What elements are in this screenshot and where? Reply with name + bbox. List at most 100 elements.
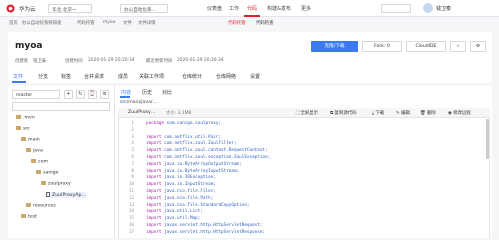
tree-item-label: test [28,214,38,220]
line-number: 2 [131,127,134,133]
tab-code-check[interactable]: 代码检查 [256,20,274,26]
breadcrumb-project[interactable]: 办公自动化系统研发 [22,20,62,26]
delete-button[interactable]: 🗑 删除 [420,110,436,116]
line-number: 11 [128,189,134,194]
tab-members[interactable]: 成员 [118,73,128,80]
edit-button[interactable]: ✎ 编辑 [396,110,410,116]
file-size: 大小: 3.1MB [166,111,192,116]
code-line: import com.netflix.zuul.ZuulFilter; [146,141,237,147]
nav-code[interactable]: 代码 [247,5,257,12]
line-number: 16 [128,223,134,228]
region-select[interactable]: 华北-北京一 [48,4,92,13]
nav-more[interactable]: 更多 [301,5,311,12]
file-tree-search-input[interactable] [12,102,110,111]
settings-icon[interactable]: ⚙ [470,41,486,52]
line-number: 6 [131,155,134,160]
modify-remote-button[interactable]: ◉ 修改远程 [448,110,471,116]
line-number: 12 [128,195,134,201]
avatar[interactable] [423,3,433,13]
tab-merge-requests[interactable]: 合并请求 [84,73,104,80]
tab-tags[interactable]: 标签 [61,73,71,80]
tree-item[interactable]: sanigo [36,170,58,176]
line-number: 17 [128,229,134,235]
star-button[interactable]: ☆ [450,41,466,52]
tab-repo-network[interactable]: 仓库网络 [216,73,236,80]
tab-codehub[interactable]: 代码托管 [228,20,246,26]
history-icon[interactable]: ⌚ [88,90,97,99]
nav-dashboard[interactable]: 仪表盘 [207,5,222,12]
creator-label: 创建者 [15,59,29,64]
copy-source-label: 复制源代码 [334,111,357,116]
tree-item[interactable]: test [21,214,37,220]
tree-item[interactable]: java [26,148,43,154]
created-label: 创建时间 [65,59,83,64]
code-line: import com.netflix.util.Pair; [146,134,222,140]
code-line: import java.io.InputStream; [146,182,216,188]
download-label: 下载 [375,111,385,116]
copy-source-button[interactable]: ⧉ 复制源代码 [330,110,357,116]
code-line: import java.io.ByteArrayInputStream; [146,168,240,174]
refresh-icon[interactable]: ↻ [76,90,85,99]
folder-icon [31,159,36,163]
branch-select[interactable]: master [12,90,60,99]
breadcrumb-repo[interactable]: myoa [103,20,115,25]
tree-divider [114,86,115,238]
file-icon [46,192,50,197]
tab-repo-stats[interactable]: 仓库统计 [182,73,202,80]
tree-item[interactable]: ZuulProxyAp... [46,192,86,198]
folder-icon [16,126,21,130]
tab-compare[interactable]: 对比 [162,89,172,96]
fork-button[interactable]: Fork: 0 [362,41,402,52]
project-select[interactable]: 办公自动化系… [120,4,168,13]
tree-item-label: .mvn [23,115,35,121]
tree-item[interactable]: com [31,159,48,165]
nav-build-release[interactable]: 构建&发布 [267,5,291,12]
tree-item[interactable]: .mvn [16,115,35,121]
updated-time: 2020-01-29 20:20:34 [177,58,224,63]
download-button[interactable]: ⤓ 下载 [372,110,384,116]
global-search-input[interactable] [381,4,411,13]
tab-content[interactable]: 内容 [121,89,131,96]
tree-item[interactable]: resources [26,203,56,209]
folder-icon [21,137,26,141]
collapse-icon[interactable]: ≡ [100,90,109,99]
code-line: import java.util.List; [146,209,203,215]
folder-icon [26,148,31,152]
breadcrumb-home[interactable]: 首页 [9,20,18,26]
code-scrollbar[interactable] [486,119,489,159]
cloudide-button[interactable]: CloudIDE [406,41,446,52]
line-number: 15 [128,216,134,222]
tree-item-label: ZuulProxyAp... [52,193,86,198]
tree-item[interactable]: zuulproxy [41,181,71,187]
nav-work[interactable]: 工作 [229,5,239,12]
new-file-icon[interactable]: + [64,90,73,99]
user-name[interactable]: 钱卫泰 [436,5,451,12]
delete-icon: 🗑 [420,111,427,116]
fullscreen-button[interactable]: ⛶ 全屏显示 [296,110,318,116]
folder-icon [36,170,41,174]
tab-linked-workitems[interactable]: 关联工作项 [139,73,164,80]
breadcrumb-file-detail: 文件详情 [138,21,156,26]
file-name: ZuulProxy… [128,110,156,115]
fullscreen-label: 全屏显示 [300,111,319,116]
tab-branches[interactable]: 分支 [38,73,48,80]
line-number: 3 [131,134,134,140]
breadcrumb-files[interactable]: 文件 [123,20,132,26]
tree-item-label: zuulproxy [48,181,71,187]
tab-history[interactable]: 历史 [142,89,152,96]
repo-title: myoa [15,41,43,51]
line-number: 1 [131,121,134,126]
active-tab-indicator [12,81,26,83]
line-number: 5 [131,148,134,154]
tree-item-label: src [23,126,30,132]
line-number: 8 [131,168,134,174]
breadcrumb-codehub[interactable]: 代码托管 [77,20,95,26]
clone-download-button[interactable]: 克隆/下载 [311,41,358,52]
code-line: import java.util.Map; [146,216,201,222]
tree-item[interactable]: src [16,126,30,132]
line-number: 13 [128,202,134,208]
tab-settings[interactable]: 设置 [250,73,260,80]
tree-item[interactable]: main [21,137,40,143]
active-nav-indicator [244,15,260,17]
tab-files[interactable]: 文件 [13,73,23,80]
